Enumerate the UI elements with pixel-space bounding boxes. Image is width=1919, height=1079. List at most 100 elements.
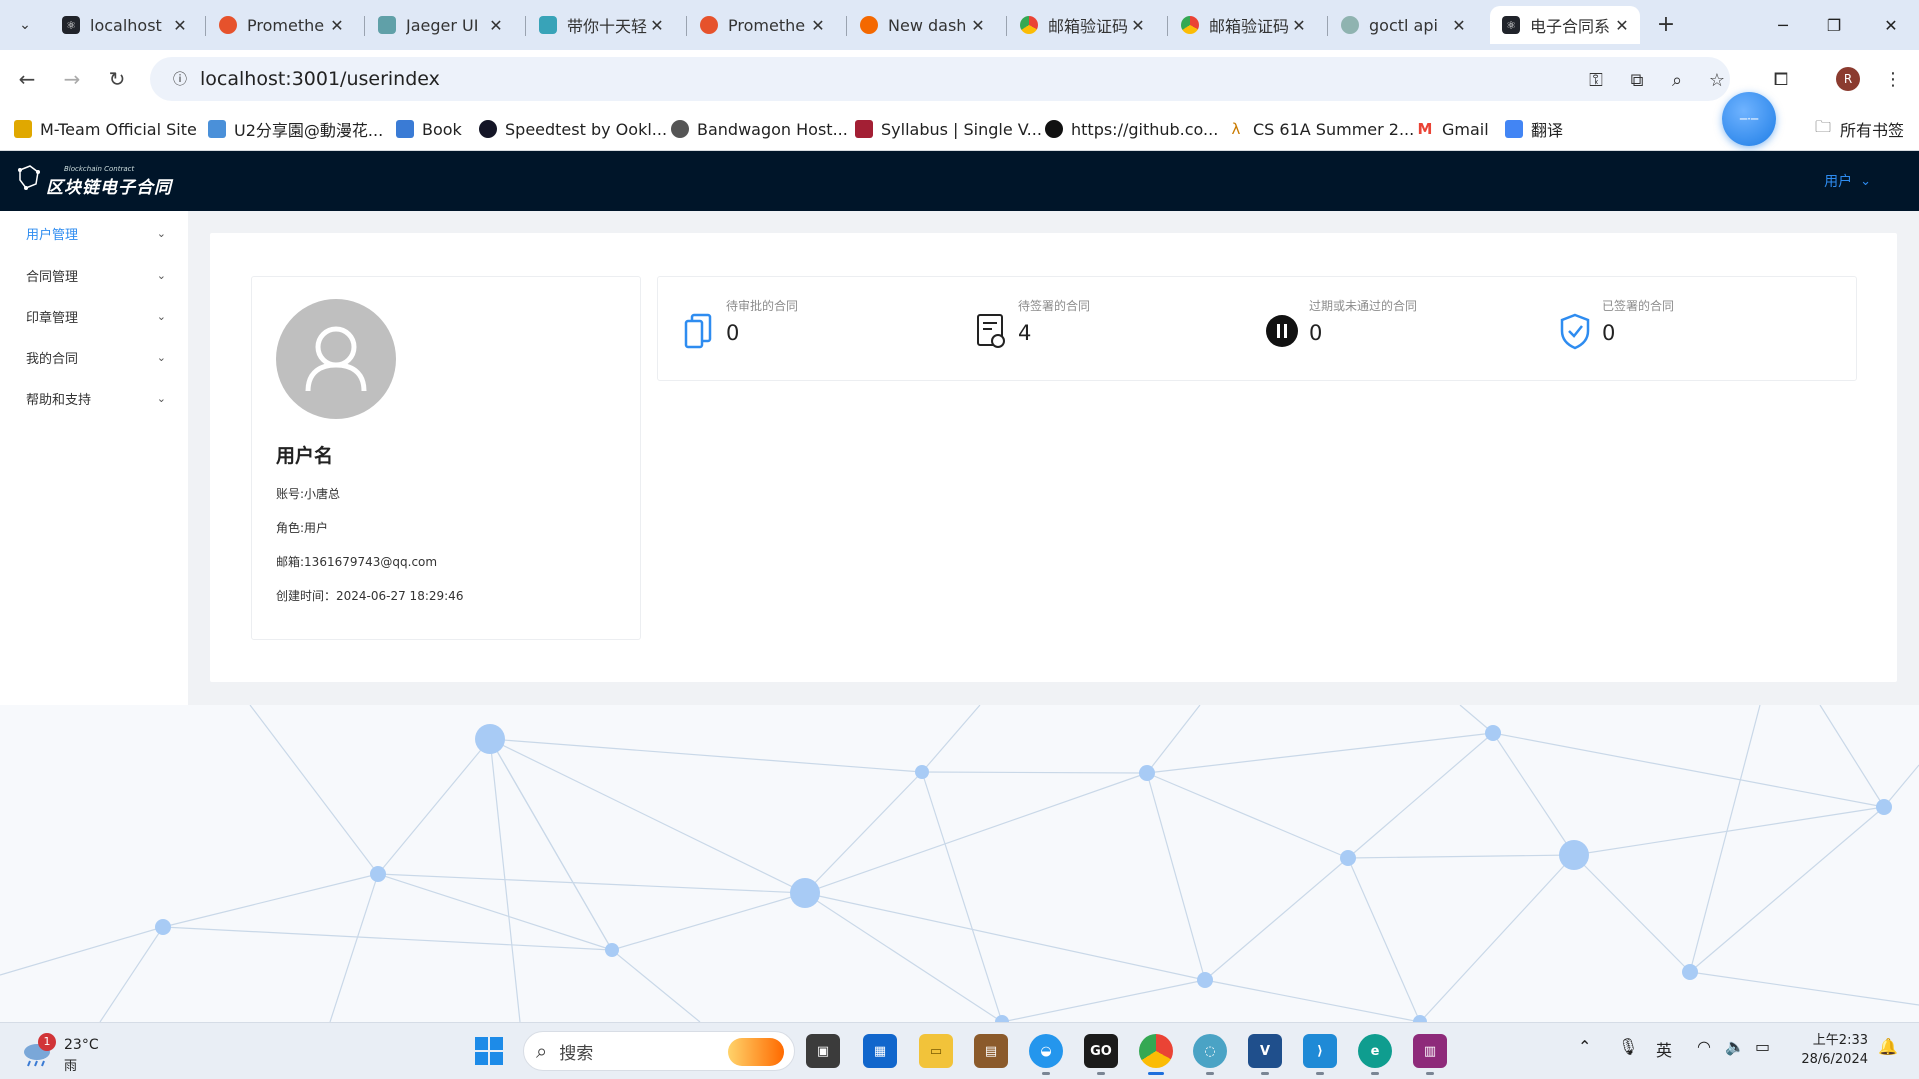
all-bookmarks-button[interactable]: 🗀 所有书签: [1814, 117, 1904, 141]
browser-tab[interactable]: 邮箱验证码 ✕: [1169, 6, 1317, 44]
file-explorer-icon[interactable]: ▭: [919, 1034, 953, 1068]
browser-tab[interactable]: goctl api ✕: [1329, 6, 1477, 44]
forward-button[interactable]: →: [57, 64, 87, 94]
system-clock[interactable]: 上午2:33 28/6/2024: [1798, 1031, 1868, 1069]
goland-icon[interactable]: GO: [1084, 1034, 1118, 1068]
close-icon[interactable]: ✕: [1289, 16, 1309, 35]
new-tab-button[interactable]: +: [1652, 11, 1680, 39]
chrome-icon: [1181, 16, 1199, 34]
microsoft-store-icon[interactable]: ▦: [863, 1034, 897, 1068]
windows-start-icon[interactable]: [472, 1034, 506, 1068]
close-icon[interactable]: ✕: [1449, 16, 1469, 35]
browser-tab-active[interactable]: ⚛ 电子合同系 ✕: [1490, 6, 1640, 44]
github-icon: [1045, 120, 1063, 138]
browser-tab[interactable]: New dash ✕: [848, 6, 996, 44]
chrome-icon[interactable]: [1139, 1034, 1173, 1068]
key-icon[interactable]: ⚿: [1583, 67, 1609, 93]
taskbar-search-input[interactable]: ⌕ 搜索: [523, 1031, 795, 1071]
browser-tab[interactable]: Promethe ✕: [207, 6, 355, 44]
close-icon[interactable]: ✕: [1128, 16, 1148, 35]
mit-icon: [855, 120, 873, 138]
typora-icon[interactable]: V: [1248, 1034, 1282, 1068]
sidebar-item-help-support[interactable]: 帮助和支持 ⌄: [0, 378, 188, 418]
stat-pending-signature[interactable]: 待签署的合同 4: [974, 297, 1234, 367]
app-box-icon[interactable]: ▤: [974, 1034, 1008, 1068]
close-icon[interactable]: ✕: [647, 16, 667, 35]
restore-button[interactable]: ❐: [1806, 0, 1862, 50]
bookmark-item[interactable]: Speedtest by Ookl...: [479, 117, 667, 141]
bookmark-item[interactable]: M Gmail: [1416, 117, 1489, 141]
close-icon[interactable]: ✕: [808, 16, 828, 35]
profile-avatar[interactable]: R: [1835, 66, 1861, 92]
sidebar-item-seal-management[interactable]: 印章管理 ⌄: [0, 296, 188, 336]
search-highlight-icon: [728, 1038, 784, 1066]
edge-icon[interactable]: e: [1358, 1034, 1392, 1068]
bookmark-item[interactable]: M-Team Official Site: [14, 117, 197, 141]
floating-extension-button[interactable]: ─·─: [1722, 92, 1776, 146]
stat-pending-approval[interactable]: 待审批的合同 0: [682, 297, 942, 367]
tab-title: goctl api: [1369, 15, 1438, 35]
bookmark-item[interactable]: λ CS 61A Summer 2...: [1227, 117, 1415, 141]
bookmark-label: U2分享園@動漫花...: [234, 121, 384, 140]
app-swirl-icon[interactable]: ◌: [1193, 1034, 1227, 1068]
close-icon[interactable]: ✕: [968, 16, 988, 35]
site-info-icon[interactable]: ⓘ: [160, 69, 200, 89]
task-view-icon[interactable]: ▣: [806, 1034, 840, 1068]
open-in-app-icon[interactable]: ⧉: [1624, 67, 1650, 93]
bookmark-item[interactable]: https://github.co...: [1045, 117, 1218, 141]
shield-check-icon: [1560, 313, 1590, 350]
sidebar-item-my-contracts[interactable]: 我的合同 ⌄: [0, 337, 188, 377]
stat-signed[interactable]: 已签署的合同 0: [1558, 297, 1818, 367]
browser-tab[interactable]: 带你十天轻 ✕: [527, 6, 675, 44]
bookmark-item[interactable]: Book: [396, 117, 462, 141]
bookmark-item[interactable]: Bandwagon Host...: [671, 117, 848, 141]
menu-kebab-icon[interactable]: ⋮: [1880, 66, 1906, 92]
chevron-down-icon: ⌄: [156, 309, 166, 323]
browser-tab[interactable]: Promethe ✕: [688, 6, 836, 44]
bookmark-item[interactable]: 翻译: [1505, 117, 1563, 141]
close-icon[interactable]: ✕: [327, 16, 347, 35]
folder-icon: 🗀: [1814, 116, 1831, 136]
app-logo[interactable]: Blockchain Contract 区块链电子合同: [16, 161, 172, 198]
address-bar[interactable]: ⓘ localhost:3001/userindex ⚿ ⧉ ⌕ ☆: [150, 57, 1730, 101]
browser-tab[interactable]: 邮箱验证码 ✕: [1008, 6, 1156, 44]
network-background: [0, 705, 1919, 1022]
chevron-up-icon[interactable]: ⌃: [1578, 1037, 1591, 1056]
docker-icon[interactable]: ◒: [1029, 1034, 1063, 1068]
back-button[interactable]: ←: [12, 64, 42, 94]
notification-bell-icon[interactable]: 🔔: [1878, 1037, 1898, 1056]
stat-value: 0: [1309, 321, 1323, 345]
weather-widget[interactable]: 1 23°C 雨: [20, 1031, 110, 1074]
bookmark-star-icon[interactable]: ☆: [1704, 67, 1730, 93]
vscode-icon[interactable]: ⟩: [1303, 1034, 1337, 1068]
input-method-indicator[interactable]: 英: [1656, 1037, 1672, 1061]
browser-tab[interactable]: ⚛ localhost ✕: [50, 6, 198, 44]
url-text[interactable]: localhost:3001/userindex: [200, 68, 440, 90]
tab-title: Promethe: [728, 15, 806, 35]
close-icon[interactable]: ✕: [486, 16, 506, 35]
close-icon[interactable]: ✕: [170, 16, 190, 35]
reload-button[interactable]: ↻: [102, 64, 132, 94]
chevron-down-icon: ⌄: [1860, 173, 1871, 189]
zoom-icon[interactable]: ⌕: [1664, 67, 1690, 93]
profile-name: 用户名: [276, 445, 334, 467]
wifi-icon[interactable]: ◠: [1697, 1037, 1711, 1056]
stat-expired-rejected[interactable]: 过期或未通过的合同 0: [1265, 297, 1545, 367]
battery-icon[interactable]: ▭: [1755, 1037, 1770, 1056]
tab-search-dropdown[interactable]: ⌄: [12, 12, 38, 38]
winrar-icon[interactable]: ▥: [1413, 1034, 1447, 1068]
sidebar-item-label: 帮助和支持: [26, 392, 92, 408]
microphone-icon[interactable]: 🎙: [1618, 1037, 1638, 1056]
volume-icon[interactable]: 🔈: [1725, 1037, 1745, 1056]
bookmark-label: M-Team Official Site: [40, 119, 197, 139]
sidebar-item-user-management[interactable]: 用户管理 ⌄: [0, 213, 188, 253]
sidebar-item-contract-management[interactable]: 合同管理 ⌄: [0, 255, 188, 295]
user-dropdown[interactable]: 用户 ⌄: [1824, 171, 1871, 191]
bookmark-item[interactable]: Syllabus | Single V...: [855, 117, 1042, 141]
minimize-button[interactable]: ─: [1755, 0, 1811, 50]
browser-tab[interactable]: Jaeger UI ✕: [366, 6, 514, 44]
close-window-button[interactable]: ✕: [1863, 0, 1919, 50]
extensions-icon[interactable]: ⧠: [1768, 66, 1794, 92]
close-icon[interactable]: ✕: [1612, 16, 1632, 35]
bookmark-item[interactable]: U2分享園@動漫花...: [208, 117, 383, 141]
